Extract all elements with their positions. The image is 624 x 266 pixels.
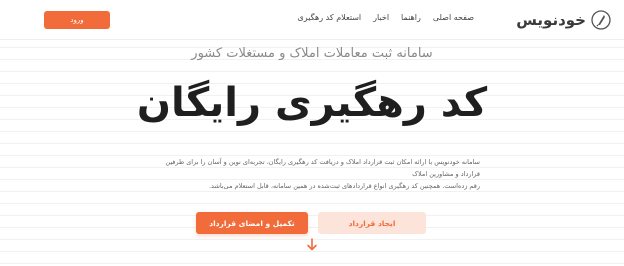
nav-item-tracking-inquiry[interactable]: استعلام کد رهگیری — [298, 13, 362, 22]
create-contract-button[interactable]: ایجاد قرارداد — [318, 212, 426, 234]
hero-description-line-2: رقم زده‌است. همچنین کد رهگیری انواع قرار… — [208, 182, 480, 190]
hero-subtitle: سامانه ثبت معاملات املاک و مستغلات کشور — [191, 46, 433, 61]
feather-pen-icon — [591, 10, 611, 30]
login-button[interactable]: ورود — [44, 11, 110, 29]
nav-item-news[interactable]: اخبار — [373, 13, 389, 22]
arrow-down-icon[interactable] — [305, 238, 319, 252]
hero-actions: ایجاد قرارداد تکمیل و امضای قرارداد — [0, 212, 624, 234]
hero-description-line-1: سامانه خودنویس با ارائه امکان ثبت قراردا… — [165, 158, 480, 178]
navbar: خودنویس صفحه اصلی راهنما اخبار استعلام ک… — [0, 0, 624, 40]
nav-item-home[interactable]: صفحه اصلی — [433, 13, 474, 22]
hero-description: سامانه خودنویس با ارائه امکان ثبت قراردا… — [150, 156, 480, 192]
brand[interactable]: خودنویس — [516, 8, 612, 32]
main-nav: صفحه اصلی راهنما اخبار استعلام کد رهگیری — [298, 13, 474, 22]
brand-name: خودنویس — [516, 11, 586, 29]
hero-headline: کد رهگیری رایگان — [136, 80, 488, 126]
complete-sign-contract-button[interactable]: تکمیل و امضای قرارداد — [196, 212, 308, 234]
nav-item-guide[interactable]: راهنما — [401, 13, 421, 22]
